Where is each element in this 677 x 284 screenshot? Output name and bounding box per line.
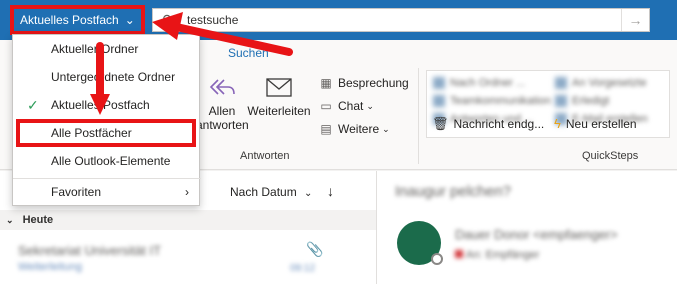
- quickstep-icon: [555, 95, 567, 107]
- search-scope-menu: Aktueller Ordner Untergeordnete Ordner ✓…: [12, 34, 201, 206]
- menu-item-label: Alle Outlook-Elemente: [51, 154, 171, 168]
- group-header-label: Heute: [22, 214, 54, 226]
- quickstep-new-label: Neu erstellen: [565, 116, 637, 131]
- quickstep-label: Erledigt: [572, 95, 610, 107]
- menu-item-alle-postfaecher[interactable]: Alle Postfächer: [16, 119, 196, 147]
- menu-item-label: Favoriten: [51, 185, 102, 199]
- forward-button[interactable]: Weiterleiten: [246, 76, 312, 118]
- quickstep-delete-button[interactable]: 🗑 Nachricht endg...: [432, 116, 544, 132]
- lightning-icon: ϟ: [554, 116, 561, 131]
- mail-time: 09:12: [290, 263, 316, 274]
- chevron-right-icon: ›: [185, 185, 189, 199]
- menu-item-alle-outlook-elemente[interactable]: Alle Outlook-Elemente: [13, 147, 201, 175]
- sort-dropdown[interactable]: Nach Datum ⌄: [230, 185, 312, 199]
- presence-status-icon: [431, 253, 443, 265]
- chat-icon: ▭: [320, 99, 332, 113]
- chat-label: Chat: [338, 99, 364, 113]
- menu-item-untergeordnete-ordner[interactable]: Untergeordnete Ordner: [13, 63, 201, 91]
- reply-all-button[interactable]: Allen antworten: [196, 76, 249, 132]
- reading-to: An: Empfänger: [455, 249, 539, 261]
- group-divider: [418, 68, 419, 164]
- chevron-down-icon: ⌄: [366, 100, 374, 111]
- quickstep-item[interactable]: Teamkommunikation: [433, 95, 551, 107]
- group-header-today[interactable]: ⌄ Heute: [0, 210, 376, 230]
- avatar[interactable]: [397, 221, 443, 265]
- search-scope-dropdown[interactable]: Aktuelles Postfach ⌄: [10, 5, 145, 35]
- forward-label: Weiterleiten: [247, 104, 311, 118]
- more-icon: ▤: [320, 122, 332, 136]
- collapse-chevron-icon: ⌄: [6, 215, 14, 225]
- menu-item-label: Untergeordnete Ordner: [51, 70, 176, 84]
- quickstep-item[interactable]: Erledigt: [555, 95, 609, 107]
- quickstep-icon: [433, 77, 445, 89]
- menu-item-favoriten[interactable]: Favoriten ›: [13, 178, 201, 206]
- quickstep-icon: [555, 77, 567, 89]
- menu-item-aktuelles-postfach[interactable]: ✓ Aktuelles Postfach: [13, 91, 201, 119]
- reading-pane: Inaugur pelchen? Dauer Donor <empfaenger…: [377, 171, 677, 284]
- more-label: Weitere: [338, 122, 380, 136]
- quickstep-icon: [433, 95, 445, 107]
- reply-all-icon: [209, 79, 235, 95]
- search-icon: ⚲: [161, 11, 173, 28]
- mail-sender: Sekretariat Universität IT: [18, 243, 162, 258]
- chevron-down-icon: ⌄: [382, 123, 390, 134]
- quickstep-label: An Vorgesetzte: [572, 77, 647, 89]
- quickstep-item[interactable]: An Vorgesetzte: [555, 77, 647, 89]
- sort-direction-icon[interactable]: ↓: [327, 183, 334, 199]
- search-query-text: testsuche: [187, 13, 239, 27]
- quickstep-item[interactable]: Nach Ordner ...: [433, 77, 525, 89]
- quickstep-new-button[interactable]: ϟ Neu erstellen: [554, 116, 637, 131]
- mail-subject: Weiterleitung: [18, 261, 82, 273]
- menu-item-aktueller-ordner[interactable]: Aktueller Ordner: [13, 35, 201, 63]
- forward-mail-icon: [266, 78, 292, 97]
- more-button[interactable]: ▤ Weitere ⌄: [318, 122, 390, 136]
- checkmark-icon: ✓: [27, 97, 39, 113]
- reply-all-label-bottom: antworten: [196, 118, 249, 132]
- tab-suchen[interactable]: Suchen: [228, 46, 269, 60]
- search-scope-label: Aktuelles Postfach: [20, 13, 119, 27]
- meeting-button[interactable]: ▦ Besprechung: [318, 76, 409, 90]
- calendar-icon: ▦: [320, 76, 332, 90]
- quickstep-delete-label: Nachricht endg...: [453, 117, 545, 131]
- attachment-icon: 📎: [306, 241, 324, 257]
- flag-icon: [455, 250, 463, 258]
- menu-item-label: Aktuelles Postfach: [51, 98, 150, 112]
- reading-from: Dauer Donor <empfaenger>: [455, 227, 618, 242]
- menu-item-label: Aktueller Ordner: [51, 42, 139, 56]
- group-label-quicksteps: QuickSteps: [582, 150, 639, 162]
- list-item[interactable]: Sekretariat Universität IT Weiterleitung…: [0, 231, 376, 284]
- search-input[interactable]: ⚲ testsuche →: [152, 8, 650, 32]
- chevron-down-icon: ⌄: [124, 13, 135, 27]
- trash-icon: 🗑: [432, 116, 449, 131]
- menu-item-label: Alle Postfächer: [51, 126, 132, 140]
- quickstep-label: Nach Ordner ...: [450, 77, 526, 89]
- group-label-antworten: Antworten: [240, 150, 290, 162]
- reading-subject: Inaugur pelchen?: [395, 183, 511, 200]
- arrow-right-icon[interactable]: →: [621, 9, 649, 31]
- quickstep-label: Teamkommunikation: [450, 95, 551, 107]
- sort-label: Nach Datum: [230, 185, 297, 199]
- reply-all-label-top: Allen: [208, 104, 236, 118]
- chat-button[interactable]: ▭ Chat ⌄: [318, 99, 374, 113]
- meeting-label: Besprechung: [338, 76, 409, 90]
- reading-to-text: An: Empfänger: [466, 249, 540, 261]
- chevron-down-icon: ⌄: [304, 188, 313, 199]
